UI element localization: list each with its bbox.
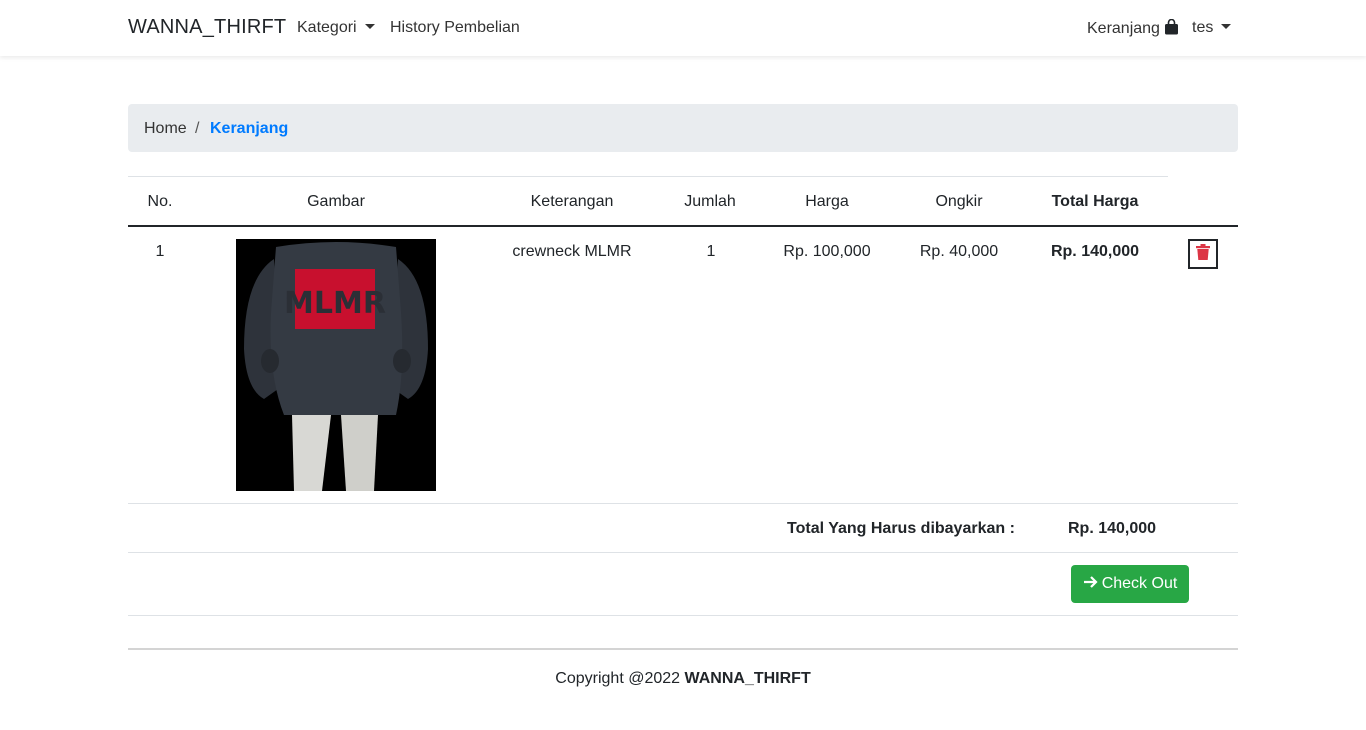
footer-brand: WANNA_THIRFT	[684, 670, 811, 687]
row-divider	[128, 552, 1238, 553]
footer-copyright: Copyright @2022	[555, 670, 681, 687]
nav-cart-link[interactable]: Keranjang	[1087, 18, 1179, 40]
nav-kategori-label: Kategori	[297, 19, 357, 36]
cell-ongkir: Rp. 40,000	[919, 243, 999, 260]
arrow-right-icon	[1083, 575, 1102, 594]
trash-icon	[1196, 243, 1210, 265]
footer-divider	[128, 648, 1238, 650]
cell-no: 1	[155, 243, 165, 260]
total-payable-value: Rp. 140,000	[1068, 520, 1157, 537]
product-image: MLMR	[236, 239, 436, 491]
cell-harga: Rp. 100,000	[783, 243, 871, 260]
cell-total-harga: Rp. 140,000	[1050, 243, 1140, 260]
checkout-button[interactable]: Check Out	[1071, 565, 1189, 603]
svg-text:MLMR: MLMR	[284, 286, 386, 321]
nav-kategori-dropdown[interactable]: Kategori	[297, 19, 375, 37]
th-gambar: Gambar	[307, 193, 365, 210]
footer: Copyright @2022 WANNA_THIRFT	[0, 670, 1366, 688]
breadcrumb-home[interactable]: Home	[144, 120, 187, 138]
nav-history-link[interactable]: History Pembelian	[390, 19, 520, 37]
th-total-harga: Total Harga	[1051, 193, 1139, 210]
breadcrumb: Home / Keranjang	[128, 104, 1238, 152]
th-jumlah: Jumlah	[684, 193, 736, 210]
checkout-label: Check Out	[1101, 575, 1178, 592]
delete-item-button[interactable]	[1188, 239, 1218, 269]
nav-user-label: tes	[1192, 19, 1214, 36]
cell-keterangan: crewneck MLMR	[512, 243, 632, 260]
nav-cart-label: Keranjang	[1087, 20, 1160, 37]
cell-jumlah: 1	[706, 243, 716, 260]
breadcrumb-separator: /	[195, 120, 200, 137]
table-top-border	[128, 176, 1168, 177]
brand-link[interactable]: WANNA_THIRFT	[128, 16, 286, 39]
table-header-border	[128, 225, 1238, 227]
nav-user-dropdown[interactable]: tes	[1192, 19, 1232, 37]
navbar: WANNA_THIRFT Kategori History Pembelian …	[0, 0, 1366, 56]
shopping-bag-icon	[1164, 18, 1179, 40]
th-no: No.	[147, 193, 173, 210]
th-keterangan: Keterangan	[530, 193, 614, 210]
caret-down-icon	[364, 24, 375, 29]
caret-down-icon	[1221, 24, 1232, 29]
total-payable-label: Total Yang Harus dibayarkan :	[787, 520, 1015, 537]
th-harga: Harga	[805, 193, 849, 210]
row-divider	[128, 615, 1238, 616]
th-ongkir: Ongkir	[935, 193, 983, 210]
row-divider	[128, 503, 1238, 504]
breadcrumb-active: Keranjang	[210, 120, 289, 137]
